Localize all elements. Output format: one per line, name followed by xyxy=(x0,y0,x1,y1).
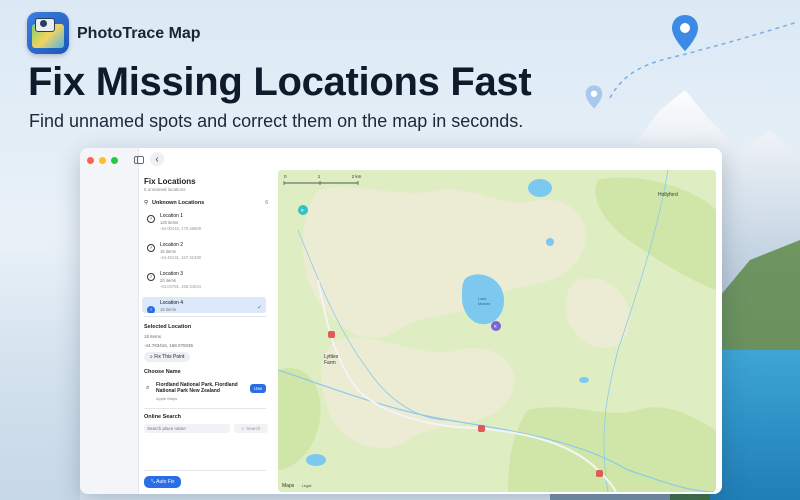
selected-coords: -44.783416, 168.076036 xyxy=(144,343,194,348)
chevron-left-icon: ‹ xyxy=(155,153,159,165)
use-button[interactable]: Use xyxy=(249,384,266,393)
location-row[interactable]: ? Location 1 120 items -44.00416, 170.46… xyxy=(142,210,266,236)
app-icon xyxy=(27,12,69,54)
toggle-sidebar-button[interactable] xyxy=(130,152,147,167)
map-terrain: × × xyxy=(278,170,716,492)
svg-text:×: × xyxy=(494,325,498,331)
auto-fix-button[interactable]: ⤡ Auto Fix xyxy=(144,476,182,488)
window-controls xyxy=(87,157,118,164)
question-icon: ? xyxy=(147,215,155,223)
zoom-button[interactable] xyxy=(111,157,118,164)
online-search-row: ⌕ Search xyxy=(144,424,268,433)
subheadline: Find unnamed spots and correct them on t… xyxy=(29,111,524,131)
search-button[interactable]: ⌕ Search xyxy=(234,424,268,433)
close-button[interactable] xyxy=(87,157,94,164)
location-row[interactable]: ? Location 3 20 items -44.04791, 168.340… xyxy=(142,268,266,294)
back-button[interactable]: ‹ xyxy=(150,152,164,166)
panel-title: Fix Locations xyxy=(144,177,196,186)
name-suggestion[interactable]: ⌕ Fiordland National Park, Fiordland Nat… xyxy=(144,381,268,403)
selected-location-header: Selected Location xyxy=(144,324,192,330)
search-input[interactable] xyxy=(144,424,230,433)
wand-icon: ⤡ xyxy=(151,479,156,485)
app-name: PhotoTrace Map xyxy=(77,25,201,42)
question-icon: ? xyxy=(147,244,155,252)
sidebar xyxy=(80,148,139,494)
fix-this-point-button[interactable]: ⌕ Fix This Point xyxy=(144,352,191,362)
left-fade xyxy=(0,250,80,500)
location-pin-icon xyxy=(672,15,698,51)
divider xyxy=(144,316,266,317)
fix-locations-panel: Fix Locations 5 unnamed locations ⚲ Unkn… xyxy=(138,170,278,494)
minimize-button[interactable] xyxy=(99,157,106,164)
lake-background xyxy=(710,350,800,500)
pin-outline-icon: ⚲ xyxy=(144,200,149,206)
search-icon: ⌕ xyxy=(146,385,150,391)
unknown-count: 6 xyxy=(265,200,268,206)
location-row-selected[interactable]: ? Location 4 18 items ✓ xyxy=(142,297,266,313)
app-window: ‹ Fix Locations 5 unnamed locations ⚲ Un… xyxy=(80,148,722,494)
search-icon: ⌕ xyxy=(241,426,245,431)
map-view[interactable]: × × 0 1 2 km Hollyford Lyttles Farm Lake… xyxy=(278,170,716,492)
location-row[interactable]: ? Location 2 15 items -44.46131, 167.313… xyxy=(142,239,266,265)
map-label-lake: Lake Marian xyxy=(478,296,491,306)
sidebar-icon xyxy=(133,155,144,164)
camera-lens-icon xyxy=(40,20,47,27)
magnifier-icon: ⌕ xyxy=(150,354,153,360)
divider xyxy=(144,470,266,471)
divider xyxy=(144,408,266,409)
checkmark-icon: ✓ xyxy=(256,305,262,311)
online-search-header: Online Search xyxy=(144,414,181,420)
headline: Fix Missing Locations Fast xyxy=(28,60,532,104)
choose-name-header: Choose Name xyxy=(144,369,181,375)
map-scale: 0 1 2 km xyxy=(284,174,362,179)
map-label-hollyford: Hollyford xyxy=(658,192,678,198)
map-label-lyttles-farm: Lyttles Farm xyxy=(324,354,339,366)
svg-text:×: × xyxy=(301,209,305,215)
unknown-locations-header[interactable]: ⚲ Unknown Locations xyxy=(144,200,204,206)
question-icon: ? xyxy=(147,273,155,281)
route-dash xyxy=(609,21,799,99)
panel-subtitle: 5 unnamed locations xyxy=(144,187,186,192)
location-pin-small-icon xyxy=(585,85,603,109)
question-filled-icon: ? xyxy=(147,306,155,313)
selected-count: 18 items xyxy=(144,334,162,339)
map-attribution[interactable]: Maps Legal xyxy=(282,483,311,489)
